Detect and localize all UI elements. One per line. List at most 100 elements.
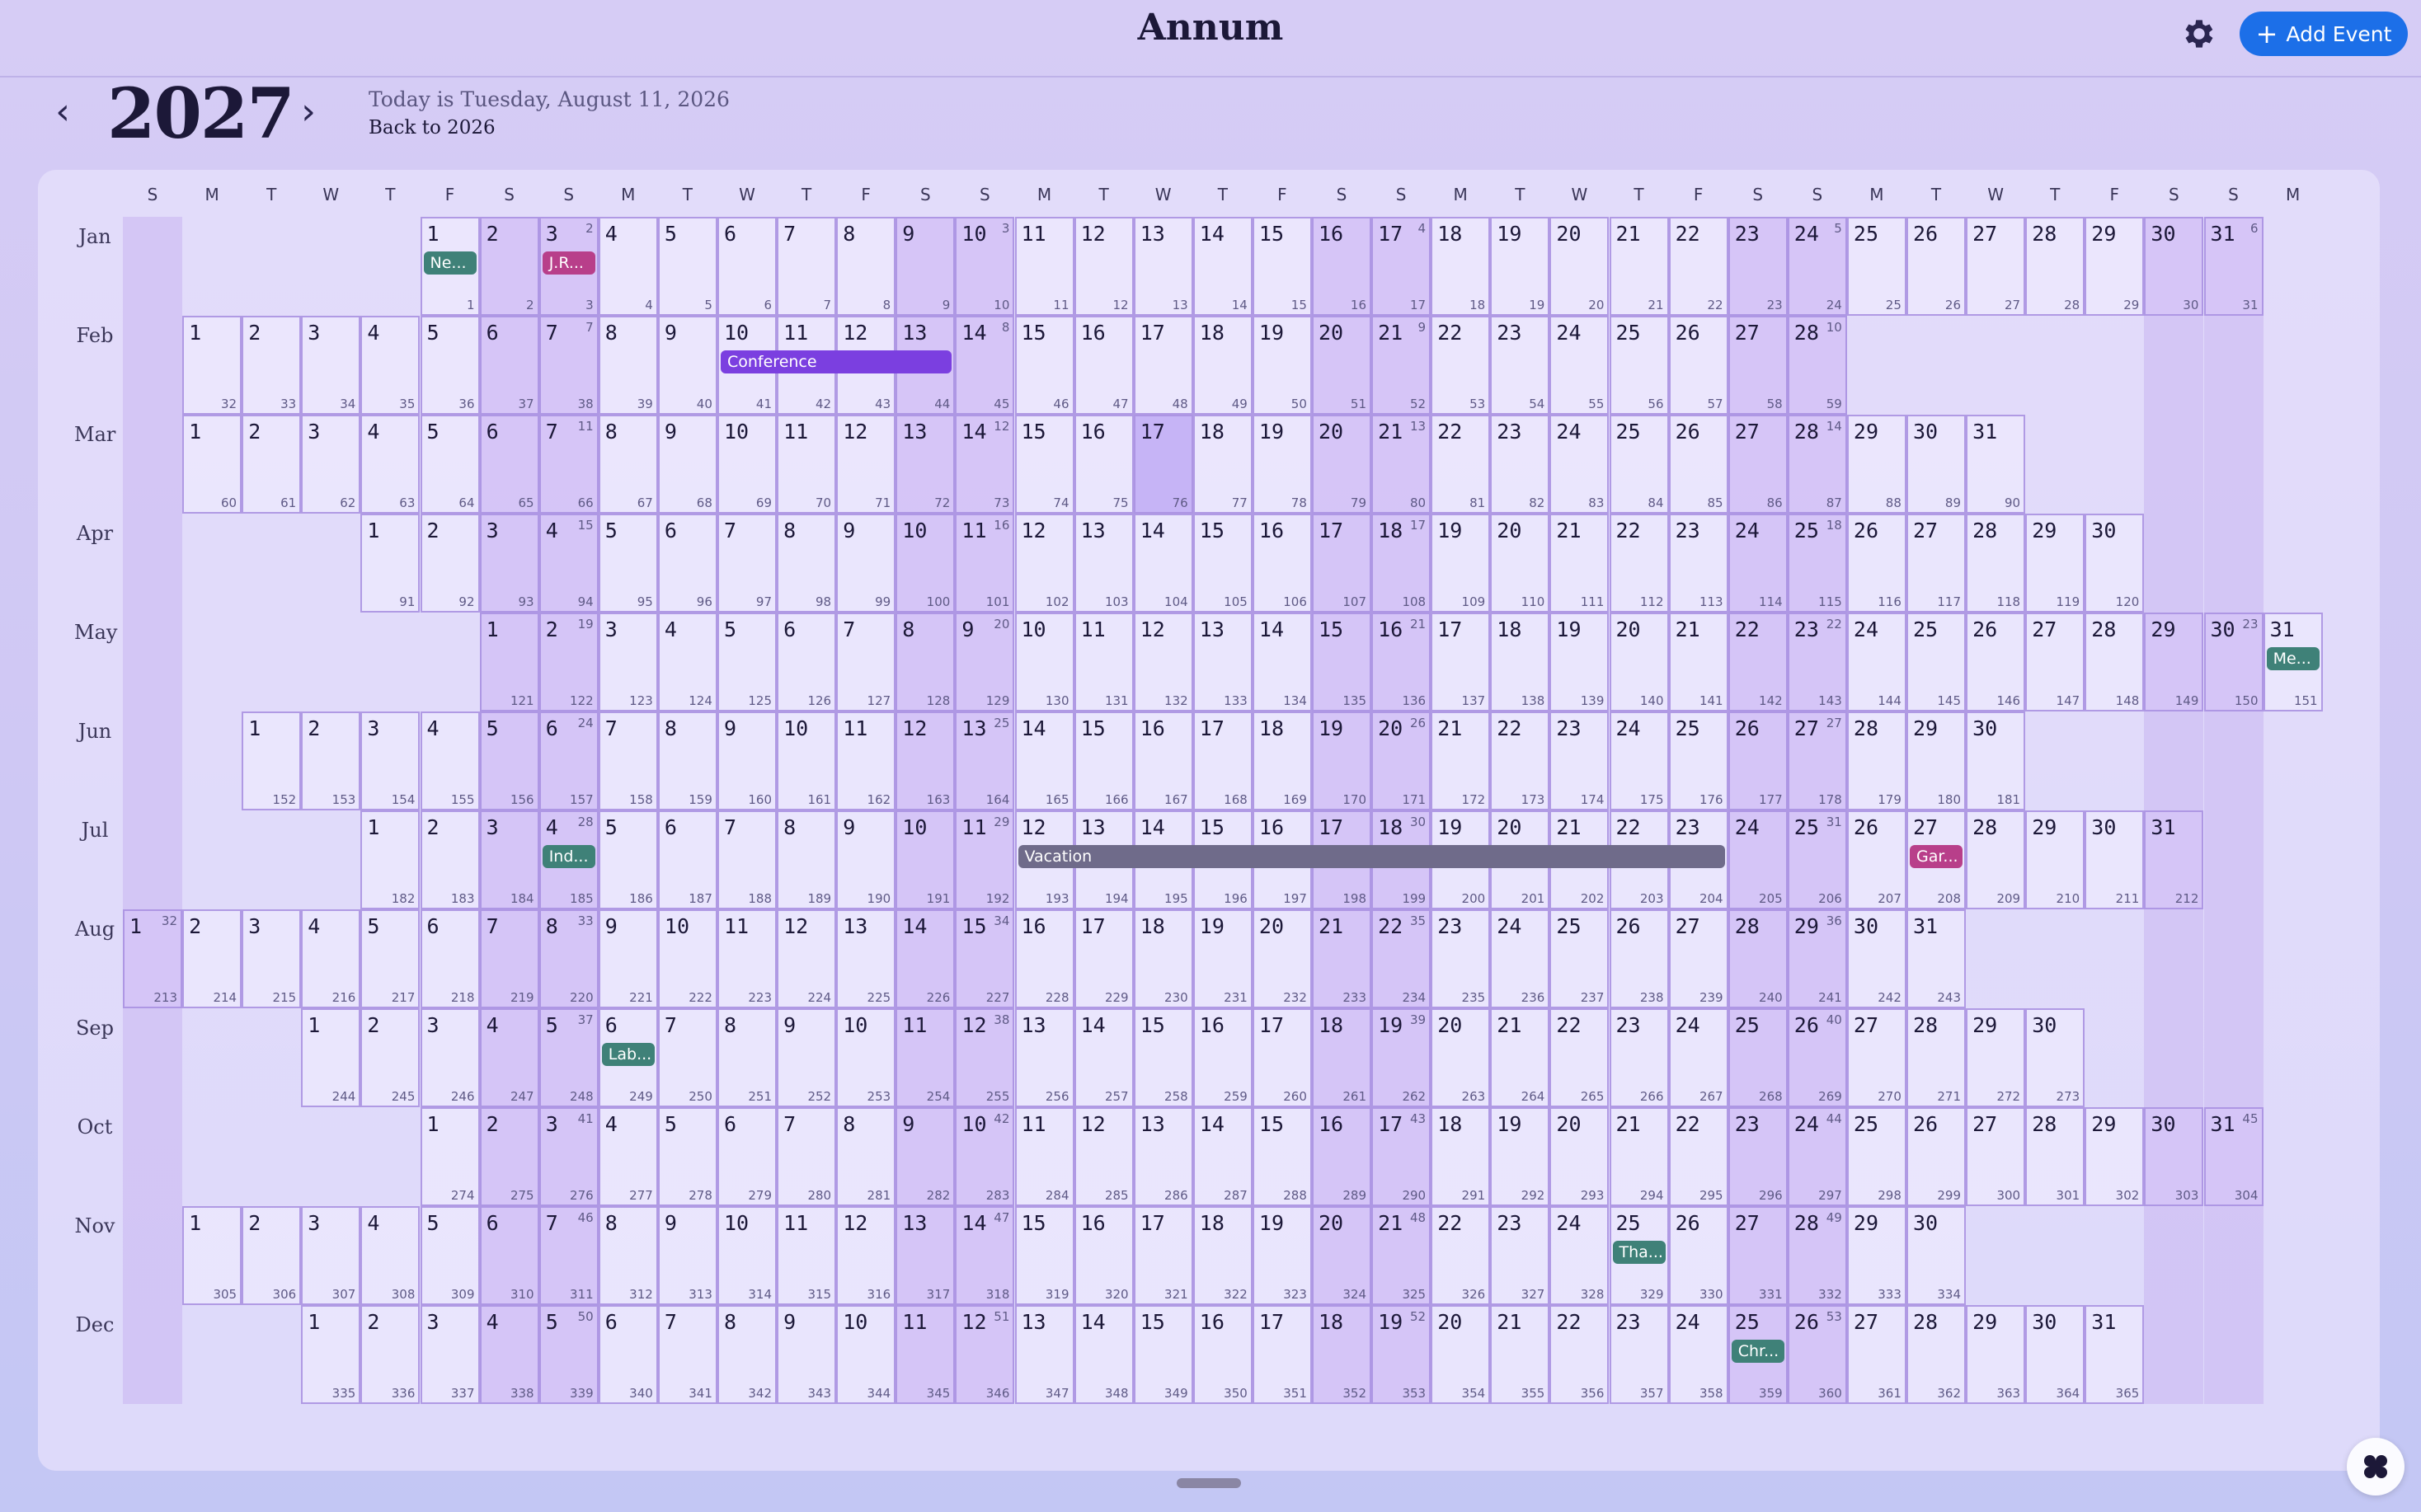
day-cell[interactable]: 6 96 — [657, 514, 717, 613]
day-cell[interactable]: 19 139 — [1549, 613, 1610, 711]
day-cell[interactable]: 23 235 — [1431, 909, 1491, 1008]
day-cell[interactable]: 7 280 — [777, 1107, 837, 1206]
add-event-button[interactable]: + Add Event — [2240, 12, 2408, 56]
event-chip[interactable]: Ne... — [423, 251, 477, 275]
day-cell[interactable]: 29 180 — [1906, 711, 1966, 810]
event-chip[interactable]: Ind... — [542, 845, 595, 868]
day-cell[interactable]: 18 18 — [1431, 217, 1491, 316]
day-cell[interactable]: 14 348 — [1074, 1305, 1134, 1404]
day-cell[interactable]: 3 307 — [301, 1206, 361, 1305]
day-cell[interactable]: 24 175 — [1609, 711, 1669, 810]
day-cell[interactable]: 16 106 — [1252, 514, 1312, 613]
day-cell[interactable]: 29 119 — [2025, 514, 2085, 613]
day-cell[interactable]: 5 278 — [657, 1107, 717, 1206]
day-cell[interactable]: 12 38 255 — [955, 1008, 1015, 1107]
day-cell[interactable]: 4 155 — [420, 711, 480, 810]
day-cell[interactable]: 21 13 80 — [1371, 415, 1431, 514]
day-cell[interactable]: 2 183 — [420, 810, 480, 909]
day-cell[interactable]: 25 237 — [1549, 909, 1610, 1008]
day-cell[interactable]: 2 92 — [420, 514, 480, 613]
day-cell[interactable]: 15 15 — [1252, 217, 1312, 316]
day-cell[interactable]: 5 186 — [598, 810, 658, 909]
day-cell[interactable]: 18 77 — [1192, 415, 1253, 514]
day-cell[interactable]: 15 135 — [1312, 613, 1371, 711]
day-cell[interactable]: 26 57 — [1668, 316, 1728, 415]
day-cell[interactable]: 16 47 — [1074, 316, 1134, 415]
day-cell[interactable]: 13 103 — [1074, 514, 1134, 613]
day-cell[interactable]: 11 131 — [1074, 613, 1134, 711]
day-cell[interactable]: 4 277 — [598, 1107, 658, 1206]
day-cell[interactable]: 22 142 — [1728, 613, 1788, 711]
day-cell[interactable]: 12 51 346 — [955, 1305, 1015, 1404]
day-cell[interactable]: 28 10 59 — [1787, 316, 1847, 415]
day-cell[interactable]: 23 54 — [1490, 316, 1550, 415]
day-cell[interactable]: 27 58 — [1728, 316, 1788, 415]
day-cell[interactable]: 15 319 — [1014, 1206, 1074, 1305]
day-cell[interactable]: 18 261 — [1312, 1008, 1371, 1107]
day-cell[interactable]: 30 30 — [2144, 217, 2204, 316]
day-cell[interactable]: 17 107 — [1312, 514, 1371, 613]
day-cell[interactable]: 25 145 — [1906, 613, 1966, 711]
day-cell[interactable]: 1 305 — [182, 1206, 242, 1305]
day-cell[interactable]: 14 287 — [1192, 1107, 1253, 1206]
day-cell[interactable]: 20 26 171 — [1371, 711, 1431, 810]
day-cell[interactable]: 24 328 — [1549, 1206, 1610, 1305]
day-cell[interactable]: 21 172 — [1431, 711, 1491, 810]
day-cell[interactable]: 3 93 — [479, 514, 539, 613]
day-cell[interactable]: 16 289 — [1312, 1107, 1371, 1206]
day-cell[interactable]: 24 83 — [1549, 415, 1610, 514]
day-cell[interactable]: 18 138 — [1490, 613, 1550, 711]
day-cell[interactable]: 26 238 — [1609, 909, 1669, 1008]
day-cell[interactable]: 24 267 — [1668, 1008, 1728, 1107]
day-cell[interactable]: 2 214 — [182, 909, 242, 1008]
day-cell[interactable]: 25 268 — [1728, 1008, 1788, 1107]
day-cell[interactable]: 9 99 — [836, 514, 896, 613]
day-cell[interactable]: 10 222 — [657, 909, 717, 1008]
day-cell[interactable]: 13 225 — [836, 909, 896, 1008]
day-cell[interactable]: 7 7 38 — [538, 316, 599, 415]
day-cell[interactable]: 11 70 — [777, 415, 837, 514]
day-cell[interactable]: 31 6 31 — [2203, 217, 2264, 316]
day-cell[interactable]: 31 365 — [2085, 1305, 2145, 1404]
day-cell[interactable]: 27 147 — [2025, 613, 2085, 711]
day-cell[interactable]: 21 141 — [1668, 613, 1728, 711]
day-cell[interactable]: 8 312 — [598, 1206, 658, 1305]
day-cell[interactable]: 10 69 — [717, 415, 777, 514]
day-cell[interactable]: 21 264 — [1490, 1008, 1550, 1107]
day-cell[interactable]: 6 218 — [420, 909, 480, 1008]
day-cell[interactable]: 8 67 — [598, 415, 658, 514]
day-cell[interactable]: 5 125 — [717, 613, 777, 711]
day-cell[interactable]: 30 273 — [2025, 1008, 2085, 1107]
day-cell[interactable]: 17 137 — [1431, 613, 1491, 711]
day-cell[interactable]: 9 190 — [836, 810, 896, 909]
day-cell[interactable]: 20 140 — [1609, 613, 1669, 711]
day-cell[interactable]: 29 88 — [1846, 415, 1906, 514]
day-cell[interactable]: 16 167 — [1133, 711, 1193, 810]
day-cell[interactable]: 4 124 — [657, 613, 717, 711]
day-cell[interactable]: 23 357 — [1609, 1305, 1669, 1404]
day-cell[interactable]: 28 362 — [1906, 1305, 1966, 1404]
day-cell[interactable]: 6 24 157 — [538, 711, 599, 810]
day-cell[interactable]: 19 52 353 — [1371, 1305, 1431, 1404]
day-cell[interactable]: 7 250 — [657, 1008, 717, 1107]
day-cell[interactable]: 17 260 — [1252, 1008, 1312, 1107]
day-cell[interactable]: 7 46 311 — [538, 1206, 599, 1305]
day-cell[interactable]: 23 22 143 — [1787, 613, 1847, 711]
event-chip[interactable]: Conference — [721, 350, 952, 373]
day-cell[interactable]: 13 347 — [1014, 1305, 1074, 1404]
day-cell[interactable]: 28 118 — [1966, 514, 2026, 613]
day-cell[interactable]: 12 12 — [1074, 217, 1134, 316]
drag-handle[interactable] — [1177, 1478, 1241, 1488]
event-chip[interactable]: Vacation — [1018, 845, 1725, 868]
day-cell[interactable]: 11 29 192 — [955, 810, 1015, 909]
day-cell[interactable]: 6 126 — [777, 613, 837, 711]
day-cell[interactable]: 1 335 — [301, 1305, 361, 1404]
day-cell[interactable]: 8 33 220 — [538, 909, 599, 1008]
day-cell[interactable]: 8 342 — [717, 1305, 777, 1404]
day-cell[interactable]: 5 217 — [360, 909, 421, 1008]
day-cell[interactable]: 6 37 — [479, 316, 539, 415]
chevron-right-icon[interactable]: › — [292, 91, 325, 133]
day-cell[interactable]: 9 252 — [777, 1008, 837, 1107]
day-cell[interactable]: 22 265 — [1549, 1008, 1610, 1107]
day-cell[interactable]: 14 8 45 — [955, 316, 1015, 415]
